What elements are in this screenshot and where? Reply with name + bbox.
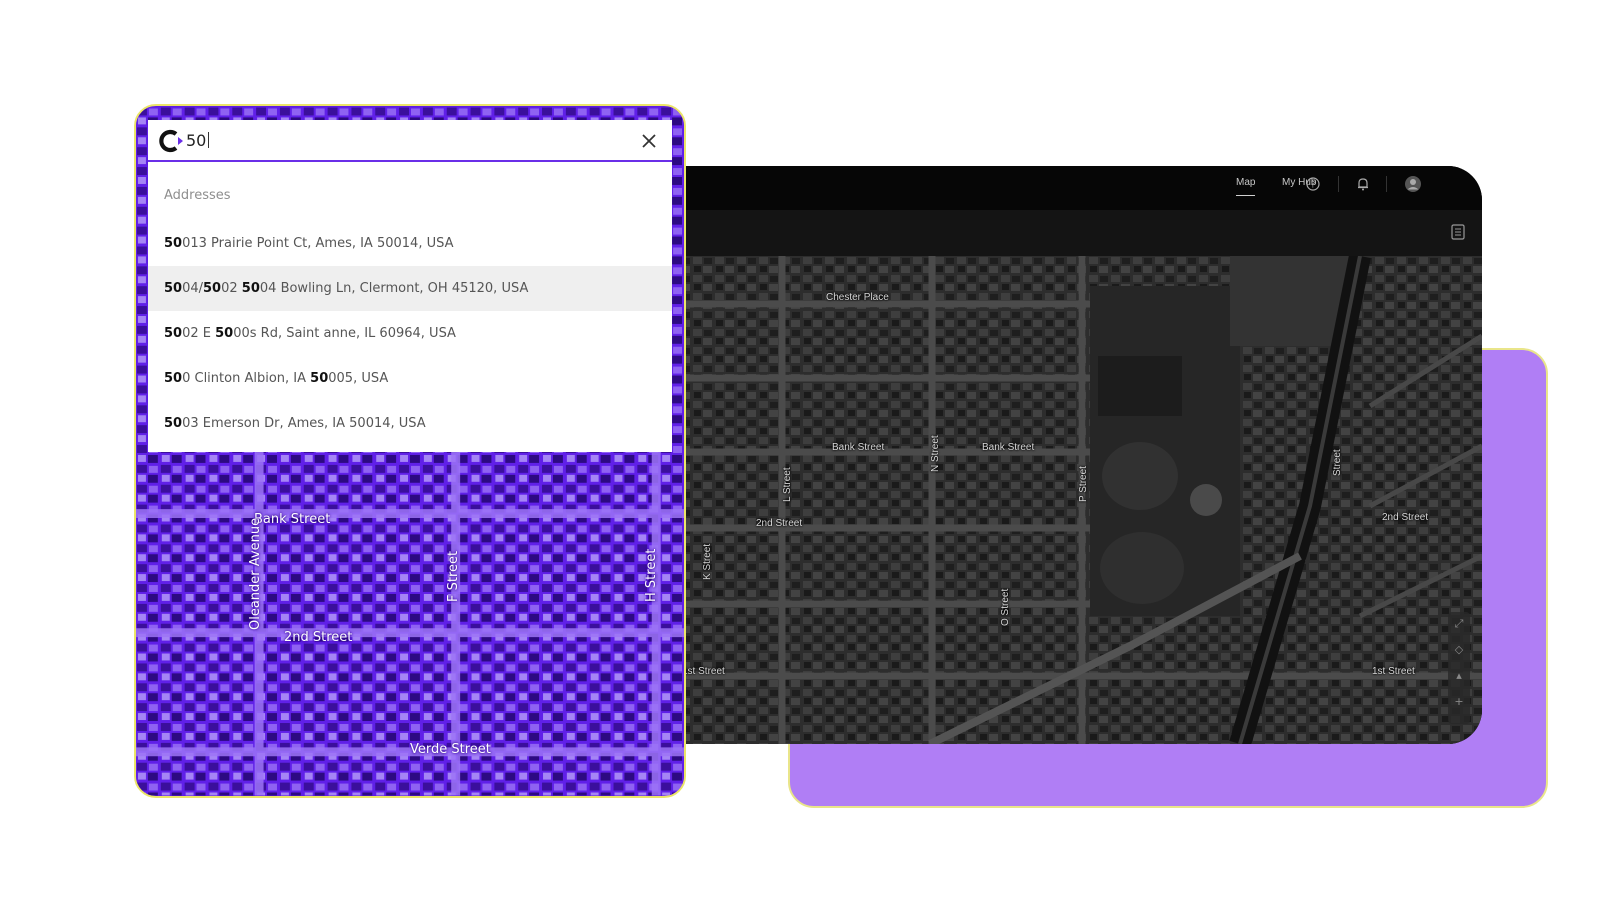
nav-divider	[1338, 176, 1339, 192]
nav-map-tab[interactable]: Map	[1236, 177, 1256, 196]
address-text: 005, USA	[328, 371, 389, 386]
street-label: 1st Street	[682, 666, 725, 677]
match-highlight-text: 50	[164, 326, 183, 341]
match-highlight-text: 50	[203, 281, 222, 296]
street-label: 2nd Street	[756, 518, 803, 529]
address-text: 04 Bowling Ln, Clermont, OH 45120, USA	[259, 281, 529, 296]
address-text: 04/	[182, 281, 204, 296]
address-result-item[interactable]: 500 Clinton Albion, IA 50005, USA	[148, 356, 672, 401]
search-bar[interactable]: 50	[148, 120, 672, 162]
address-result-item[interactable]: 5002 E 5000s Rd, Saint anne, IL 60964, U…	[148, 311, 672, 356]
match-highlight-text: 50	[215, 326, 234, 341]
address-text: 013 Prairie Point Ct, Ames, IA 50014, US…	[182, 236, 454, 251]
street-label: P Street	[1078, 466, 1089, 502]
results-section-heading: Addresses	[164, 188, 231, 203]
search-card: Bank Street Oleander Avenue F Street H S…	[134, 104, 686, 798]
address-result-item[interactable]: 5004/5002 5004 Bowling Ln, Clermont, OH …	[148, 266, 672, 311]
street-label: Bank Street	[982, 442, 1035, 453]
street-label: F Street	[446, 550, 461, 602]
street-label: Oleander Avenue	[248, 517, 263, 630]
street-label: O Street	[1000, 588, 1011, 626]
match-highlight-text: 50	[164, 416, 183, 431]
search-query-text: 50	[186, 131, 207, 150]
street-label: Bank Street	[254, 512, 331, 527]
map-toolbar	[670, 210, 1482, 256]
svg-text:?: ?	[1311, 181, 1316, 191]
document-panel-icon[interactable]	[1450, 223, 1466, 241]
bell-icon[interactable]	[1354, 175, 1372, 193]
nav-divider	[1386, 176, 1387, 192]
search-input[interactable]: 50	[186, 131, 210, 150]
search-results-dropdown: Addresses 50013 Prairie Point Ct, Ames, …	[148, 162, 672, 452]
address-result-item[interactable]: 50013 Prairie Point Ct, Ames, IA 50014, …	[148, 221, 672, 266]
street-label: H Street	[644, 548, 659, 602]
match-highlight-text: 50	[164, 236, 183, 251]
expand-icon[interactable]: ⤢	[1451, 616, 1467, 632]
street-label: N Street	[930, 435, 941, 472]
address-text: 00s Rd, Saint anne, IL 60964, USA	[233, 326, 456, 341]
street-label: Bank Street	[832, 442, 885, 453]
address-result-item[interactable]: 5003 Emerson Dr, Ames, IA 50014, USA	[148, 401, 672, 446]
street-label: 2nd Street	[1382, 512, 1429, 523]
street-label: 1st Street	[1372, 666, 1415, 677]
street-label: 2nd Street	[284, 630, 353, 645]
close-icon[interactable]	[640, 132, 658, 150]
street-label: L Street	[782, 467, 793, 502]
match-highlight-text: 50	[164, 371, 183, 386]
address-text: 03 Emerson Dr, Ames, IA 50014, USA	[182, 416, 426, 431]
top-nav-bar: Map My Hub ?	[670, 166, 1482, 210]
address-text: 02	[221, 281, 242, 296]
help-circle-icon[interactable]: ?	[1304, 175, 1322, 193]
text-caret	[208, 132, 210, 148]
marketing-composite: Map My Hub ? Chester Place Bank Street B…	[0, 0, 1600, 900]
location-icon[interactable]: ▴	[1451, 668, 1467, 684]
brand-c-logo-icon	[159, 129, 183, 153]
satellite-map[interactable]: Chester Place Bank Street Bank Street 2n…	[670, 256, 1482, 744]
address-text: 0 Clinton Albion, IA	[182, 371, 311, 386]
map-controls: ⤢ ◇ ▴ +	[1448, 612, 1470, 724]
street-label: Street	[1332, 449, 1343, 476]
map-app-window: Map My Hub ? Chester Place Bank Street B…	[670, 166, 1482, 744]
street-label: Verde Street	[410, 742, 491, 757]
user-avatar-icon[interactable]	[1404, 175, 1422, 193]
street-label: K Street	[702, 543, 713, 580]
compass-icon[interactable]: ◇	[1451, 642, 1467, 658]
match-highlight-text: 50	[310, 371, 329, 386]
zoom-in-icon[interactable]: +	[1451, 694, 1467, 710]
address-text: 02 E	[182, 326, 216, 341]
street-label: Chester Place	[826, 292, 889, 303]
match-highlight-text: 50	[241, 281, 260, 296]
match-highlight-text: 50	[164, 281, 183, 296]
